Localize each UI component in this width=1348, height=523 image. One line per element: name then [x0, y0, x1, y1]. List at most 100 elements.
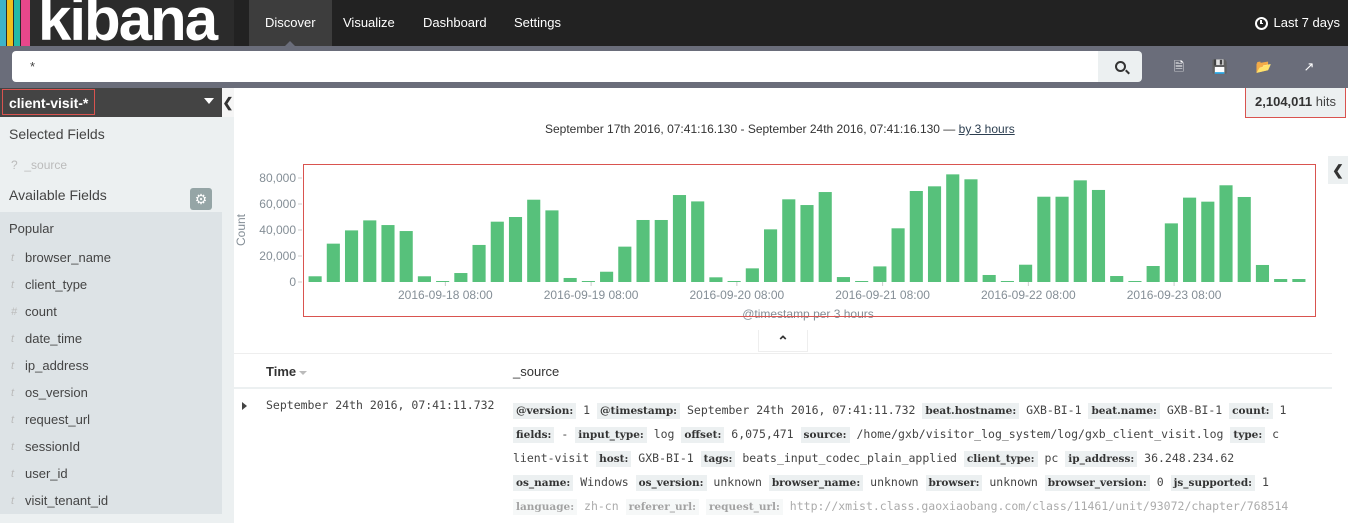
field-name: ip_address	[25, 358, 89, 373]
selected-field-source[interactable]: ? _source	[11, 158, 67, 172]
y-tick-label: 0	[289, 275, 296, 289]
new-search-icon[interactable]: 🗎	[1170, 58, 1188, 76]
interval-link[interactable]: by 3 hours	[959, 122, 1015, 136]
collapse-sidebar-button[interactable]: ❮	[222, 88, 234, 117]
field-item-client-type[interactable]: t client_type	[0, 272, 222, 298]
field-name: visit_tenant_id	[25, 493, 109, 508]
open-search-icon[interactable]: 📂	[1255, 58, 1273, 76]
source-key: request_url:	[705, 499, 783, 515]
source-value: /home/gxb/visitor_log_system/log/gxb_cli…	[849, 427, 1231, 441]
source-value: pc	[1037, 451, 1066, 465]
collapse-chart-button[interactable]: ❮	[1328, 156, 1348, 184]
tab-settings[interactable]: Settings	[498, 0, 577, 46]
source-value: unknown	[706, 475, 769, 489]
field-item-os-version[interactable]: t os_version	[0, 380, 222, 406]
kibana-logo[interactable]: kibana	[0, 0, 234, 46]
expand-row-icon[interactable]	[242, 402, 247, 410]
sort-icon[interactable]	[299, 370, 308, 375]
field-item-visit-tenant-id[interactable]: t visit_tenant_id	[0, 488, 222, 514]
source-value: http://xmist.class.gaoxiaobang.com/class…	[782, 499, 1289, 513]
field-item-user-id[interactable]: t user_id	[0, 461, 222, 487]
sidebar: client-visit-* ❮ Selected Fields ? _sour…	[0, 88, 234, 523]
tab-discover[interactable]: Discover	[249, 0, 332, 46]
field-name: request_url	[25, 412, 91, 427]
string-type-icon: t	[11, 495, 15, 507]
source-value: log	[646, 427, 682, 441]
row-time: September 24th 2016, 07:41:11.732	[266, 398, 495, 412]
source-key: input_type:	[575, 427, 647, 443]
selected-fields-heading: Selected Fields	[9, 126, 105, 142]
source-key: beat.hostname:	[922, 403, 1020, 419]
tab-dashboard[interactable]: Dashboard	[407, 0, 503, 46]
table-row[interactable]: September 24th 2016, 07:41:11.732 @versi…	[234, 390, 1332, 523]
caret-down-icon	[204, 98, 214, 104]
logo-stripe	[0, 0, 6, 46]
column-time-label: Time	[266, 364, 297, 379]
field-item-sessionid[interactable]: t sessionId	[0, 434, 222, 460]
source-value: unknown	[982, 475, 1045, 489]
field-item-date-time[interactable]: t date_time	[0, 326, 222, 352]
share-icon[interactable]: ↗	[1300, 58, 1318, 76]
source-key: js_supported:	[1170, 475, 1256, 491]
tab-visualize[interactable]: Visualize	[327, 0, 411, 46]
index-pattern-select[interactable]: client-visit-*	[0, 88, 222, 117]
field-name: os_version	[25, 385, 88, 400]
column-time[interactable]: Time	[266, 364, 308, 379]
top-nav: kibana Discover Visualize Dashboard Sett…	[0, 0, 1348, 46]
source-value: 0	[1149, 475, 1171, 489]
field-item-ip-address[interactable]: t ip_address	[0, 353, 222, 379]
source-key: host:	[596, 451, 632, 467]
index-pattern-name: client-visit-*	[2, 89, 96, 115]
source-value: GXB-BI-1	[1019, 403, 1089, 417]
main-panel: 2,104,011 hits September 17th 2016, 07:4…	[234, 88, 1348, 523]
source-key: count:	[1229, 403, 1273, 419]
logo-stripe	[21, 0, 30, 46]
column-source: _source	[513, 364, 560, 379]
gear-icon[interactable]: ⚙	[190, 188, 212, 210]
logo-stripe	[7, 0, 13, 46]
source-key: @timestamp:	[597, 403, 681, 419]
source-key: offset:	[681, 427, 725, 443]
source-value	[699, 499, 706, 513]
source-key: os_version:	[635, 475, 707, 491]
source-key: browser_version:	[1044, 475, 1150, 491]
logo-text: kibana	[38, 0, 218, 46]
search-icon	[1114, 61, 1126, 72]
field-item-browser-name[interactable]: t browser_name	[0, 245, 222, 271]
field-name: browser_name	[25, 250, 111, 265]
y-tick-label: 60,000	[259, 197, 296, 211]
query-input[interactable]	[12, 51, 1098, 82]
source-value: beats_input_codec_plain_applied	[735, 451, 964, 465]
string-type-icon: t	[11, 387, 15, 399]
source-line: language: zh-cn referer_url: request_url…	[513, 494, 1328, 518]
source-value: unknown	[863, 475, 926, 489]
save-search-icon[interactable]: 💾	[1211, 58, 1229, 76]
source-key: tags:	[700, 451, 736, 467]
string-type-icon: t	[11, 468, 15, 480]
string-type-icon: t	[11, 333, 15, 345]
chart-frame	[303, 164, 1316, 317]
y-tick-label: 80,000	[259, 171, 296, 185]
source-key: language:	[513, 499, 578, 515]
field-item-request-url[interactable]: t request_url	[0, 407, 222, 433]
source-value: c	[1265, 427, 1280, 441]
field-name: _source	[24, 158, 68, 172]
popular-fields: Popular t browser_name t client_type # count t…	[0, 212, 222, 514]
popular-heading: Popular	[9, 221, 54, 236]
timepicker[interactable]: Last 7 days	[1254, 0, 1340, 46]
string-type-icon: t	[11, 252, 15, 264]
source-value: 1	[1255, 475, 1269, 489]
y-axis-label: Count	[234, 213, 248, 246]
source-value: zh-cn	[577, 499, 626, 513]
source-key: browser_name:	[768, 475, 864, 491]
field-item-count[interactable]: # count	[0, 299, 222, 325]
field-name: count	[25, 304, 57, 319]
source-key: browser:	[925, 475, 983, 491]
hits-count: 2,104,011 hits	[1245, 88, 1346, 118]
source-line: @version: 1 @timestamp: September 24th 2…	[513, 398, 1328, 422]
source-value: GXB-BI-1	[1159, 403, 1230, 417]
collapse-chart-up-button[interactable]: ⌃	[758, 330, 808, 352]
number-type-icon: #	[11, 306, 18, 318]
search-button[interactable]	[1098, 51, 1142, 82]
source-key: client_type:	[963, 451, 1038, 467]
